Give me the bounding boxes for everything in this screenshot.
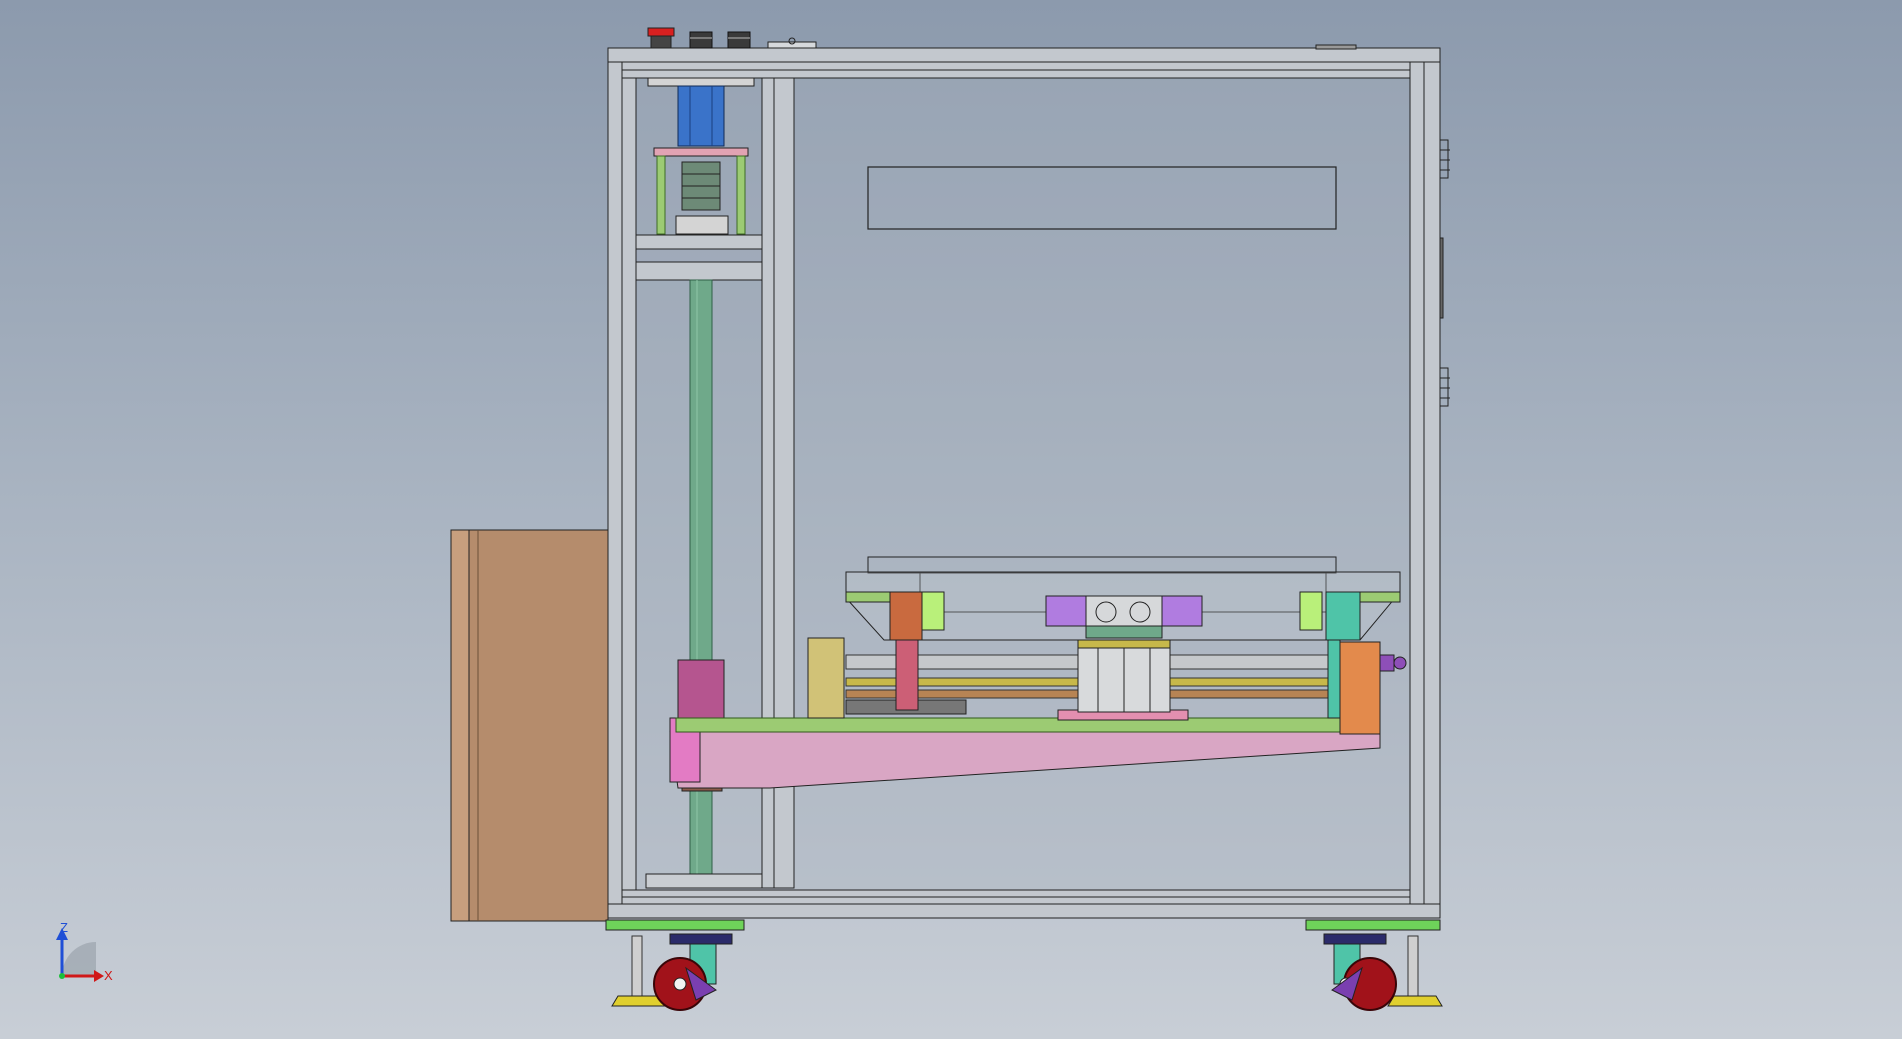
caster-wheel-icon <box>653 933 733 1011</box>
z-axis-label: Z <box>60 920 68 935</box>
top-control-buttons <box>647 27 1357 50</box>
cad-viewport[interactable]: Z X <box>0 0 1902 1039</box>
emergency-stop-icon <box>647 27 675 49</box>
side-hinges <box>1439 139 1450 407</box>
x-axis-label: X <box>104 968 113 983</box>
machine-side-view: Z X <box>56 27 1450 1011</box>
electrical-box <box>450 529 609 922</box>
caster-wheel-icon <box>1323 933 1397 1011</box>
axis-triad-icon: Z X <box>56 920 113 983</box>
base-feet <box>605 919 1443 1007</box>
push-button-icon <box>689 31 751 49</box>
